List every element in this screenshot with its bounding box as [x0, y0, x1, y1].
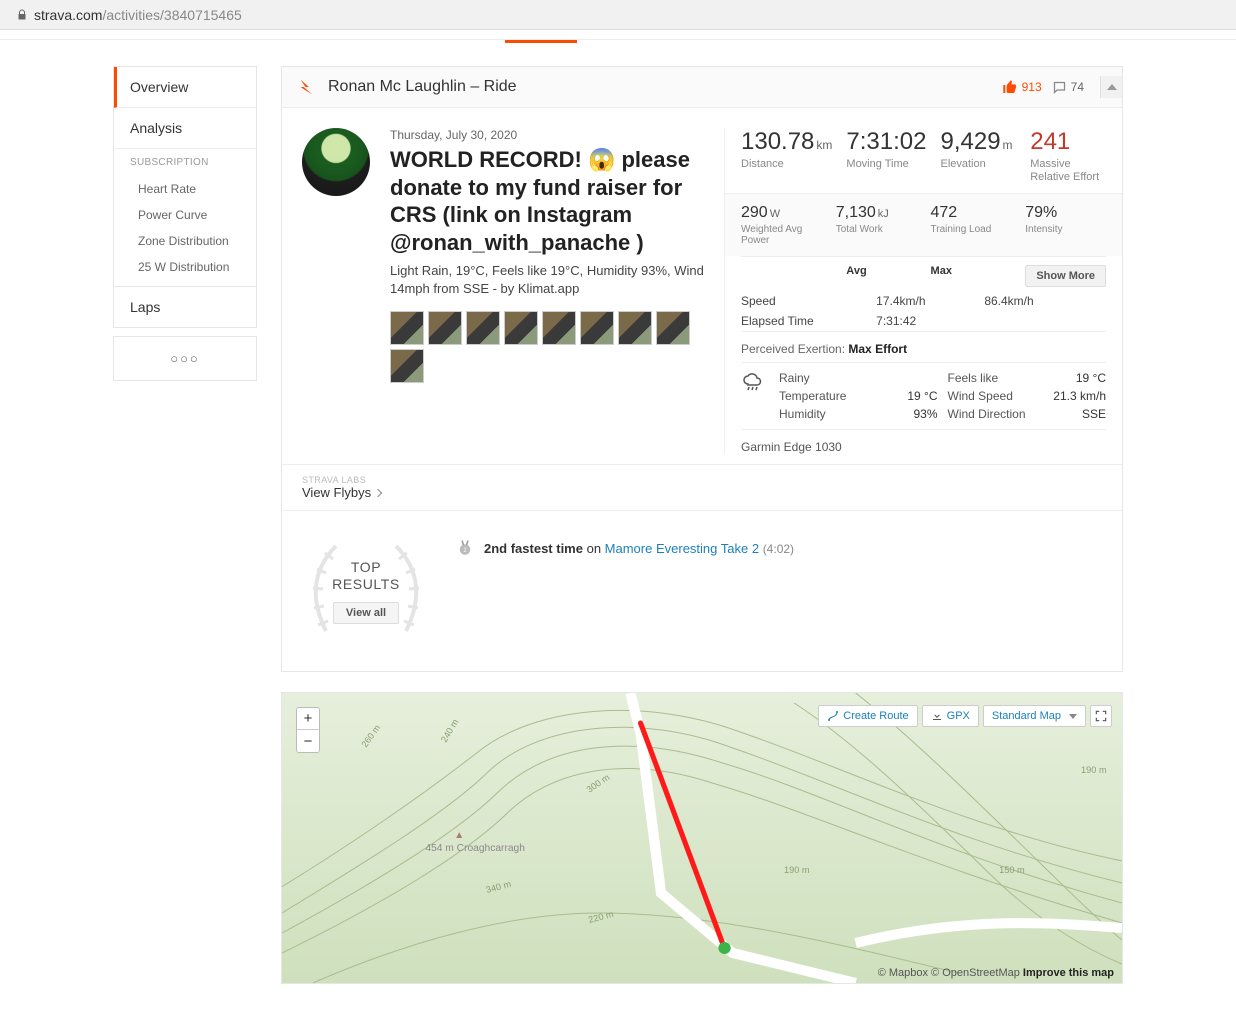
stat-moving-time: 7:31:02Moving Time: [846, 128, 926, 183]
photo-thumb[interactable]: [504, 311, 538, 345]
perceived-exertion: Perceived Exertion: Max Effort: [741, 331, 1106, 362]
addressbar: strava.com/activities/3840715465: [0, 0, 1236, 30]
svg-text:190 m: 190 m: [784, 865, 810, 875]
map-zoom: + −: [296, 707, 320, 753]
device-name: Garmin Edge 1030: [741, 429, 1106, 454]
activity-weather-line: Light Rain, 19°C, Feels like 19°C, Humid…: [390, 262, 714, 297]
ride-icon: [298, 77, 318, 97]
stat-total-work: 7,130kJTotal Work: [836, 204, 917, 246]
svg-text:220 m: 220 m: [587, 909, 614, 925]
avatar[interactable]: [302, 128, 370, 196]
download-icon: [931, 710, 943, 722]
stat-weighted-avg-power: 290WWeighted Avg Power: [741, 204, 822, 246]
photo-thumb[interactable]: [428, 311, 462, 345]
svg-text:300 m: 300 m: [585, 772, 612, 794]
rain-icon: [741, 371, 765, 395]
stat-elevation: 9,429mElevation: [940, 128, 1016, 183]
comment-icon: [1052, 80, 1067, 95]
map[interactable]: 260 m 240 m 300 m 340 m 220 m 190 m 150 …: [282, 693, 1122, 983]
improve-map-link[interactable]: Improve this map: [1023, 967, 1114, 979]
lock-icon: [16, 9, 28, 21]
sidebar-subscription-header: SUBSCRIPTION: [114, 149, 256, 176]
svg-text:340 m: 340 m: [485, 879, 512, 895]
photo-thumb[interactable]: [390, 311, 424, 345]
sidebar-item-overview[interactable]: Overview: [114, 67, 256, 108]
stat-row-speed: Speed17.4km/h86.4km/h: [741, 291, 1106, 311]
view-flybys-link[interactable]: View Flybys: [302, 485, 1122, 500]
photo-thumb[interactable]: [390, 349, 424, 383]
kudos-icon: [1002, 79, 1018, 95]
photo-thumb[interactable]: [466, 311, 500, 345]
sidebar-item-laps[interactable]: Laps: [114, 287, 256, 327]
map-terrain: 260 m 240 m 300 m 340 m 220 m 190 m 150 …: [282, 693, 1122, 983]
collapse-button[interactable]: [1100, 76, 1122, 98]
stats-col-max: Max: [931, 265, 1026, 287]
sidebar-item-analysis[interactable]: Analysis: [114, 108, 256, 149]
route-icon: [827, 710, 839, 722]
svg-text:240 m: 240 m: [439, 718, 461, 745]
kudos-button[interactable]: 913: [1002, 79, 1042, 95]
photo-thumb[interactable]: [618, 311, 652, 345]
sidebar: Overview Analysis SUBSCRIPTION Heart Rat…: [113, 66, 257, 984]
sidebar-item-heart-rate[interactable]: Heart Rate: [114, 176, 256, 202]
stat-intensity: 79%Intensity: [1025, 204, 1106, 246]
weather-grid: RainyFeels like19 °C Temperature19 °CWin…: [741, 362, 1106, 429]
flybys-brand: STRAVA LABS: [302, 475, 1122, 485]
sidebar-item-zone-distribution[interactable]: Zone Distribution: [114, 228, 256, 254]
map-attribution: © Mapbox © OpenStreetMap Improve this ma…: [878, 967, 1114, 979]
map-panel: 260 m 240 m 300 m 340 m 220 m 190 m 150 …: [281, 692, 1123, 984]
photo-thumb[interactable]: [656, 311, 690, 345]
svg-text:150 m: 150 m: [999, 865, 1025, 875]
photo-thumb[interactable]: [580, 311, 614, 345]
svg-text:▲: ▲: [454, 830, 464, 841]
svg-text:260 m: 260 m: [359, 723, 382, 749]
achievement-row: 2 2nd fastest time on Mamore Everesting …: [456, 539, 794, 557]
zoom-in-button[interactable]: +: [297, 708, 319, 730]
wreath-icon: [306, 531, 426, 651]
stats-col-avg: Avg: [846, 265, 930, 287]
svg-text:190 m: 190 m: [1081, 765, 1107, 775]
fullscreen-icon: [1094, 709, 1108, 723]
sidebar-item-25w-distribution[interactable]: 25 W Distribution: [114, 254, 256, 286]
chevron-down-icon: [1069, 714, 1077, 719]
comments-button[interactable]: 74: [1052, 80, 1084, 95]
activity-date: Thursday, July 30, 2020: [390, 128, 714, 142]
activity-panel: Ronan Mc Laughlin – Ride 913 74: [281, 66, 1123, 672]
sidebar-more[interactable]: ○○○: [113, 336, 257, 381]
stat-row-elapsed-time: Elapsed Time7:31:42: [741, 311, 1106, 331]
activity-title: WORLD RECORD! 😱 please donate to my fund…: [390, 146, 714, 256]
stat-massive-relative-effort: 241Massive Relative Effort: [1030, 128, 1106, 183]
top-results-badge: TOPRESULTS View all: [306, 531, 426, 651]
fullscreen-button[interactable]: [1090, 705, 1112, 727]
chevron-right-icon: [374, 489, 382, 497]
medal-icon: 2: [456, 539, 474, 557]
gpx-button[interactable]: GPX: [922, 705, 979, 727]
map-style-select[interactable]: Standard Map: [983, 705, 1086, 727]
stat-training-load: 472Training Load: [931, 204, 1012, 246]
peak-label: 454 m Croaghcarragh: [425, 843, 525, 854]
stats-col-metric: [741, 265, 846, 287]
activity-header-title: Ronan Mc Laughlin – Ride: [328, 78, 517, 96]
create-route-button[interactable]: Create Route: [818, 705, 917, 727]
sidebar-item-power-curve[interactable]: Power Curve: [114, 202, 256, 228]
show-more-button[interactable]: Show More: [1025, 265, 1106, 287]
stat-distance: 130.78kmDistance: [741, 128, 832, 183]
segment-link[interactable]: Mamore Everesting Take 2: [605, 541, 759, 556]
photo-thumb[interactable]: [542, 311, 576, 345]
zoom-out-button[interactable]: −: [297, 730, 319, 752]
url[interactable]: strava.com/activities/3840715465: [34, 7, 242, 23]
photo-thumbnails: [390, 311, 690, 383]
